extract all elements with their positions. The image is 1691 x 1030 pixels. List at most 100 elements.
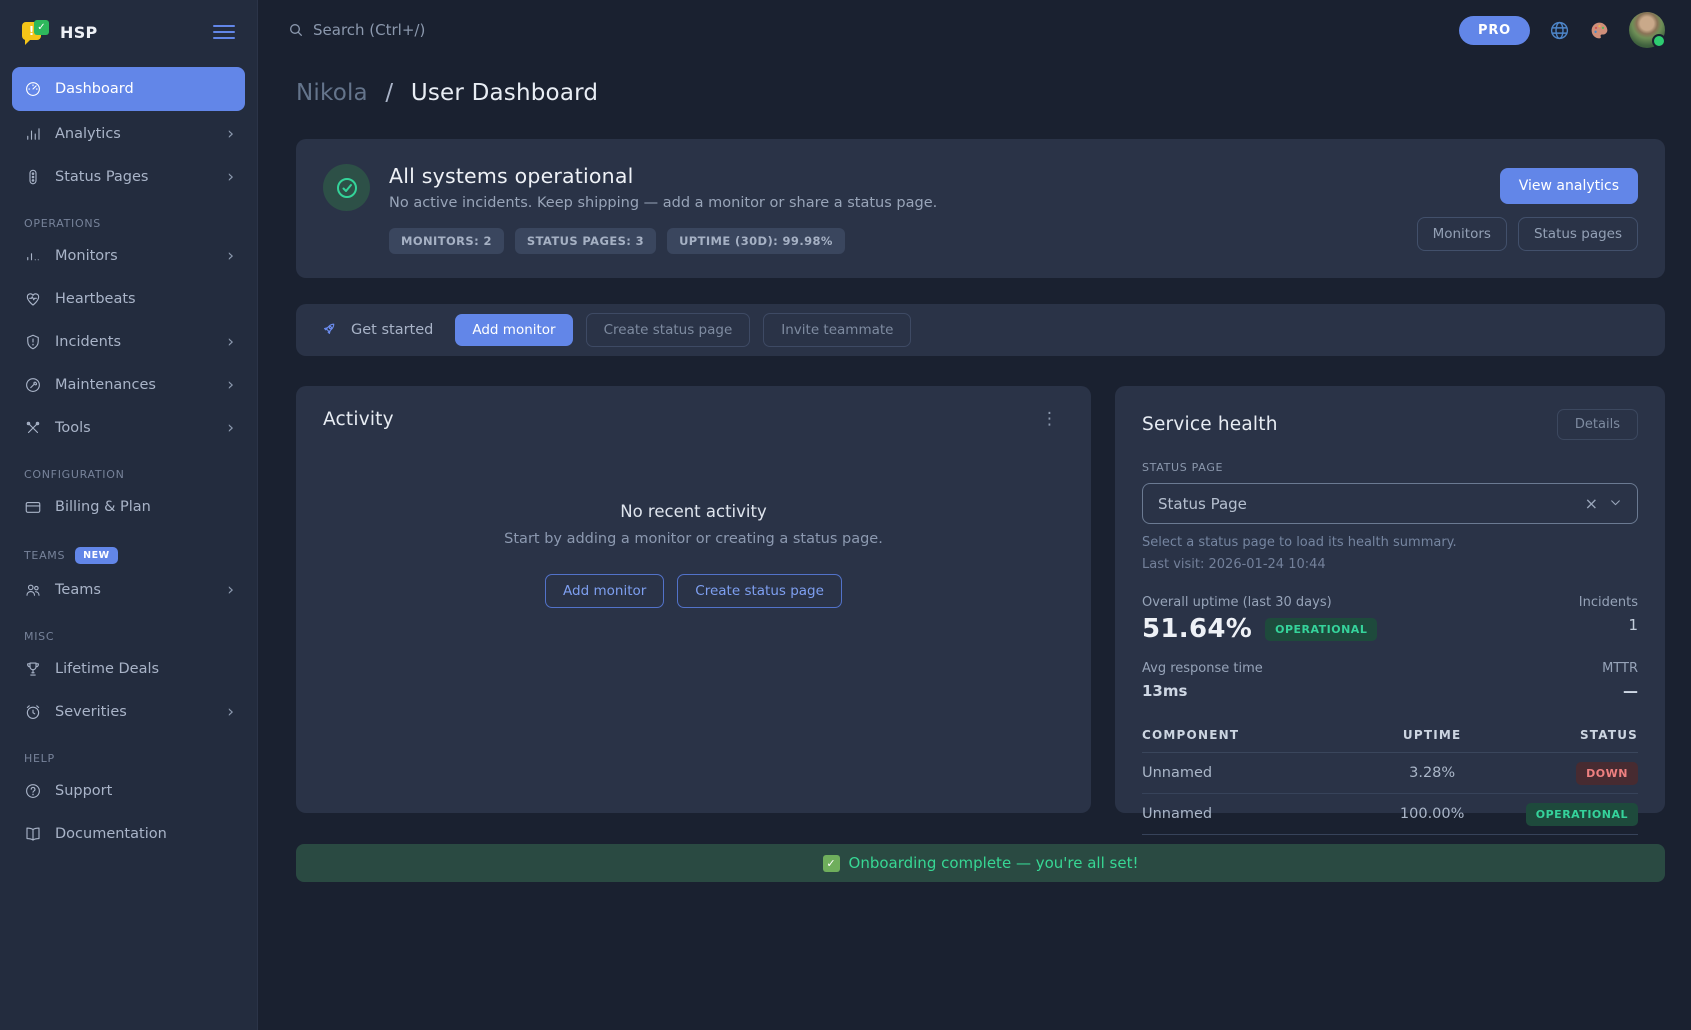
avg-response-stat: Avg response time 13ms	[1142, 661, 1263, 700]
sidebar-item-label: Support	[55, 783, 112, 799]
operational-status-badge: OPERATIONAL	[1265, 618, 1377, 641]
empty-add-monitor-button[interactable]: Add monitor	[545, 574, 664, 608]
search-input[interactable]	[313, 21, 613, 39]
invite-teammate-button[interactable]: Invite teammate	[763, 313, 911, 347]
chevron-right-icon: ›	[227, 248, 234, 265]
page-title: User Dashboard	[411, 80, 598, 106]
last-visit-text: Last visit: 2026-01-24 10:44	[1142, 557, 1638, 572]
incidents-value: 1	[1579, 616, 1638, 634]
sidebar-item-dashboard[interactable]: Dashboard	[12, 67, 245, 111]
status-pages-button[interactable]: Status pages	[1518, 217, 1638, 251]
search-icon	[288, 22, 304, 38]
chevron-right-icon: ›	[227, 334, 234, 351]
component-column-header: COMPONENT	[1142, 719, 1350, 753]
kebab-menu-icon[interactable]: ⋮	[1035, 409, 1064, 430]
incidents-stat: Incidents 1	[1579, 595, 1638, 644]
onboarding-banner: ✓ Onboarding complete — you're all set!	[296, 844, 1665, 882]
sidebar-item-maintenances[interactable]: Maintenances ›	[12, 365, 245, 405]
credit-card-icon	[23, 498, 42, 517]
app-name: HSP	[60, 23, 98, 42]
status-page-select[interactable]: Status Page ×	[1142, 483, 1638, 524]
operational-status-badge: OPERATIONAL	[1526, 803, 1638, 826]
sidebar-item-monitors[interactable]: Monitors ›	[12, 236, 245, 276]
sidebar-item-incidents[interactable]: Incidents ›	[12, 322, 245, 362]
sidebar-item-lifetime-deals[interactable]: Lifetime Deals	[12, 649, 245, 689]
user-avatar[interactable]	[1629, 12, 1665, 48]
component-name: Unnamed	[1142, 753, 1350, 794]
sidebar-item-label: Tools	[55, 420, 91, 436]
sidebar-item-teams[interactable]: Teams ›	[12, 570, 245, 610]
globe-icon[interactable]	[1549, 20, 1570, 41]
empty-create-status-page-button[interactable]: Create status page	[677, 574, 842, 608]
avg-response-label: Avg response time	[1142, 661, 1263, 676]
sidebar-item-severities[interactable]: Severities ›	[12, 692, 245, 732]
pro-badge[interactable]: PRO	[1459, 16, 1530, 45]
chevron-down-icon	[1609, 494, 1622, 513]
sidebar-item-heartbeats[interactable]: Heartbeats	[12, 279, 245, 319]
hero-chips: MONITORS: 2 STATUS PAGES: 3 UPTIME (30D)…	[389, 228, 937, 254]
traffic-light-icon	[23, 168, 42, 187]
sidebar-header: ! ✓ HSP	[0, 0, 257, 64]
chevron-right-icon: ›	[227, 377, 234, 394]
hero-text-block: All systems operational No active incide…	[389, 164, 937, 254]
sidebar-item-support[interactable]: Support	[12, 771, 245, 811]
hamburger-menu-icon[interactable]	[213, 21, 235, 43]
status-page-select-value: Status Page	[1158, 495, 1247, 513]
breadcrumb-parent-link[interactable]: Nikola	[296, 80, 368, 106]
clear-selection-icon[interactable]: ×	[1585, 496, 1598, 512]
question-circle-icon	[23, 782, 42, 801]
sidebar-item-analytics[interactable]: Analytics ›	[12, 114, 245, 154]
table-row: Unnamed 3.28% DOWN	[1142, 753, 1638, 794]
uptime-stat: Overall uptime (last 30 days) 51.64% OPE…	[1142, 595, 1377, 644]
sidebar-section-configuration: CONFIGURATION	[24, 468, 233, 481]
component-name: Unnamed	[1142, 794, 1350, 835]
mttr-label: MTTR	[1602, 661, 1638, 676]
sidebar-item-tools[interactable]: Tools ›	[12, 408, 245, 448]
chevron-right-icon: ›	[227, 126, 234, 143]
sidebar-item-label: Severities	[55, 704, 127, 720]
add-monitor-button[interactable]: Add monitor	[455, 314, 572, 346]
empty-state-subtitle: Start by adding a monitor or creating a …	[323, 531, 1064, 547]
sidebar-item-label: Maintenances	[55, 377, 156, 393]
sidebar-section-teams: TEAMS NEW	[24, 547, 233, 564]
sidebar-item-label: Incidents	[55, 334, 121, 350]
get-started-label: Get started	[351, 322, 433, 338]
hero-actions: View analytics Monitors Status pages	[1417, 164, 1638, 254]
breadcrumb: Nikola / User Dashboard	[296, 80, 1665, 106]
sidebar-item-label: Status Pages	[55, 169, 148, 185]
book-icon	[23, 825, 42, 844]
rocket-icon	[321, 320, 338, 341]
chevron-right-icon: ›	[227, 704, 234, 721]
mttr-stat: MTTR —	[1602, 661, 1638, 700]
hero-title: All systems operational	[389, 164, 937, 188]
status-pages-chip: STATUS PAGES: 3	[515, 228, 656, 254]
sidebar-item-label: Documentation	[55, 826, 167, 842]
uptime-stat-label: Overall uptime (last 30 days)	[1142, 595, 1377, 610]
component-uptime: 3.28%	[1350, 753, 1514, 794]
sidebar-item-label: Dashboard	[55, 81, 134, 97]
chevron-right-icon: ›	[227, 582, 234, 599]
sidebar-item-documentation[interactable]: Documentation	[12, 814, 245, 854]
incidents-stat-label: Incidents	[1579, 595, 1638, 610]
theme-palette-icon[interactable]	[1589, 20, 1610, 41]
sidebar-item-label: Monitors	[55, 248, 118, 264]
status-page-field-label: STATUS PAGE	[1142, 461, 1638, 474]
sidebar-item-label: Billing & Plan	[55, 499, 151, 515]
app-root: ! ✓ HSP Dashboard Analytics › Status Pag…	[0, 0, 1691, 1030]
activity-title: Activity	[323, 409, 394, 430]
shield-alert-icon	[23, 333, 42, 352]
monitors-button[interactable]: Monitors	[1417, 217, 1507, 251]
activity-empty-state: No recent activity Start by adding a mon…	[323, 502, 1064, 608]
view-analytics-button[interactable]: View analytics	[1500, 168, 1638, 204]
uptime-chip: UPTIME (30D): 99.98%	[667, 228, 845, 254]
sidebar-item-status-pages[interactable]: Status Pages ›	[12, 157, 245, 197]
sidebar-section-operations: OPERATIONS	[24, 217, 233, 230]
service-health-title: Service health	[1142, 414, 1278, 435]
sidebar-item-billing[interactable]: Billing & Plan	[12, 487, 245, 527]
content: Nikola / User Dashboard All systems oper…	[258, 60, 1691, 1030]
heartbeat-icon	[23, 290, 42, 309]
create-status-page-button[interactable]: Create status page	[586, 313, 751, 347]
details-button[interactable]: Details	[1557, 409, 1638, 440]
component-uptime: 100.00%	[1350, 794, 1514, 835]
service-health-card: Service health Details STATUS PAGE Statu…	[1115, 386, 1665, 813]
